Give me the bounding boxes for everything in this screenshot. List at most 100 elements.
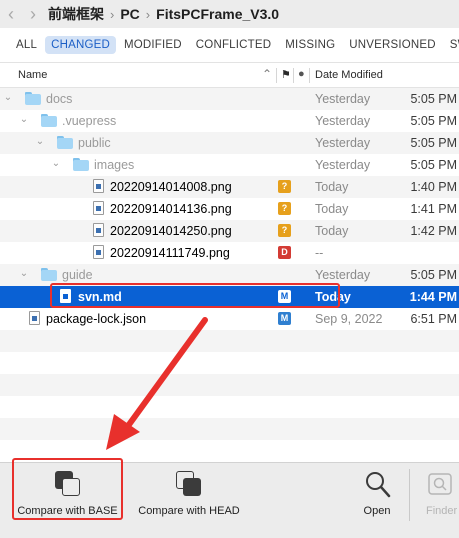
breadcrumb-separator: › (145, 6, 151, 22)
finder-label: Finder (426, 505, 458, 517)
item-date: Yesterday (315, 92, 371, 106)
empty-row (0, 440, 459, 460)
compare-with-base-button[interactable]: Compare with BASE (12, 463, 123, 538)
chevron-down-icon[interactable]: ⌄ (2, 92, 14, 103)
column-divider[interactable] (309, 68, 310, 83)
item-name: 20220914014136.png (110, 202, 232, 216)
tab-all[interactable]: ALL (10, 36, 43, 54)
item-date: -- (315, 246, 324, 260)
item-time: 1:40 PM (410, 180, 457, 194)
item-name: images (94, 158, 135, 172)
item-name: guide (62, 268, 93, 282)
unversioned-status-icon: ? (278, 224, 291, 237)
tab-unversioned[interactable]: UNVERSIONED (343, 36, 442, 54)
item-name: docs (46, 92, 73, 106)
folder-icon (25, 92, 41, 105)
dot-icon[interactable]: ● (298, 68, 305, 80)
column-header: Name ⌃ ⚑ ● Date Modified (0, 62, 459, 88)
folder-icon (41, 114, 57, 127)
list-item[interactable]: 20220914014250.png ? Today 1:42 PM (0, 220, 459, 242)
finder-button[interactable]: Finder (418, 463, 459, 538)
compare-with-head-label: Compare with HEAD (138, 505, 240, 517)
item-name: package-lock.json (46, 312, 147, 326)
finder-icon (428, 473, 452, 495)
item-date: Yesterday (315, 268, 371, 282)
empty-row (0, 330, 459, 352)
modified-status-icon: M (278, 290, 291, 303)
open-button[interactable]: Open (356, 463, 398, 538)
item-date: Today (315, 180, 349, 194)
item-time: 5:05 PM (410, 136, 457, 150)
tab-switched[interactable]: SW (444, 36, 459, 54)
breadcrumb-item[interactable]: 前端框架 (48, 4, 104, 24)
list-item[interactable]: ⌄ .vuepress Yesterday 5:05 PM (0, 110, 459, 132)
json-file-icon (29, 311, 40, 325)
compare-base-icon (55, 471, 81, 499)
filter-tabs: ALL CHANGED MODIFIED CONFLICTED MISSING … (0, 28, 459, 62)
item-name: public (78, 136, 111, 150)
breadcrumb: 前端框架 › PC › FitsPCFrame_V3.0 (48, 4, 279, 24)
breadcrumb-bar: ‹ › 前端框架 › PC › FitsPCFrame_V3.0 (0, 0, 459, 28)
list-item[interactable]: ⌄ docs Yesterday 5:05 PM (0, 88, 459, 110)
item-date: Sep 9, 2022 (315, 312, 383, 326)
empty-row (0, 418, 459, 440)
column-divider[interactable] (276, 68, 277, 83)
magnifier-icon (366, 472, 391, 498)
column-divider[interactable] (293, 68, 294, 83)
toolbar-divider (409, 469, 410, 521)
item-name: 20220914111749.png (110, 246, 230, 260)
bottom-toolbar: Compare with BASE Compare with HEAD Open… (0, 462, 459, 538)
forward-button[interactable]: › (22, 0, 44, 28)
list-item[interactable]: ⌄ public Yesterday 5:05 PM (0, 132, 459, 154)
item-name: 20220914014250.png (110, 224, 232, 238)
item-time: 1:41 PM (410, 202, 457, 216)
compare-head-icon (176, 471, 202, 499)
empty-row (0, 396, 459, 418)
list-item[interactable]: 20220914111749.png D -- (0, 242, 459, 264)
list-item[interactable]: 20220914014008.png ? Today 1:40 PM (0, 176, 459, 198)
compare-with-head-button[interactable]: Compare with HEAD (130, 463, 248, 538)
item-time: 5:05 PM (410, 114, 457, 128)
compare-with-base-label: Compare with BASE (17, 505, 118, 517)
column-name[interactable]: Name (18, 69, 47, 81)
chevron-down-icon[interactable]: ⌄ (50, 158, 62, 169)
chevron-down-icon[interactable]: ⌄ (18, 268, 30, 279)
flag-icon[interactable]: ⚑ (281, 68, 291, 81)
breadcrumb-item[interactable]: FitsPCFrame_V3.0 (156, 6, 279, 22)
unversioned-status-icon: ? (278, 180, 291, 193)
tab-modified[interactable]: MODIFIED (118, 36, 188, 54)
item-time: 5:05 PM (410, 92, 457, 106)
image-file-icon (93, 201, 104, 215)
tab-conflicted[interactable]: CONFLICTED (190, 36, 277, 54)
breadcrumb-item[interactable]: PC (120, 6, 139, 22)
image-file-icon (93, 245, 104, 259)
item-date: Today (315, 202, 349, 216)
document-file-icon (60, 289, 71, 303)
list-item[interactable]: ⌄ guide Yesterday 5:05 PM (0, 264, 459, 286)
chevron-down-icon[interactable]: ⌄ (34, 136, 46, 147)
empty-row (0, 352, 459, 374)
file-list: ⌄ docs Yesterday 5:05 PM ⌄ .vuepress Yes… (0, 88, 459, 460)
item-time: 1:42 PM (410, 224, 457, 238)
chevron-up-icon[interactable]: ⌃ (262, 67, 272, 81)
item-date: Yesterday (315, 114, 371, 128)
open-label: Open (363, 505, 391, 517)
folder-icon (73, 158, 89, 171)
item-time: 5:05 PM (410, 158, 457, 172)
svn-client-window: ‹ › 前端框架 › PC › FitsPCFrame_V3.0 ALL CHA… (0, 0, 459, 538)
item-date: Yesterday (315, 136, 371, 150)
back-button[interactable]: ‹ (0, 0, 22, 28)
column-date-modified[interactable]: Date Modified (315, 69, 383, 81)
deleted-status-icon: D (278, 246, 291, 259)
tab-changed[interactable]: CHANGED (45, 36, 116, 54)
modified-status-icon: M (278, 312, 291, 325)
tab-missing[interactable]: MISSING (279, 36, 341, 54)
item-name: svn.md (78, 290, 122, 304)
chevron-down-icon[interactable]: ⌄ (18, 114, 30, 125)
list-item[interactable]: ⌄ images Yesterday 5:05 PM (0, 154, 459, 176)
empty-row (0, 374, 459, 396)
item-time: 6:51 PM (410, 312, 457, 326)
list-item[interactable]: package-lock.json M Sep 9, 2022 6:51 PM (0, 308, 459, 330)
list-item-selected[interactable]: svn.md M Today 1:44 PM (0, 286, 459, 308)
list-item[interactable]: 20220914014136.png ? Today 1:41 PM (0, 198, 459, 220)
